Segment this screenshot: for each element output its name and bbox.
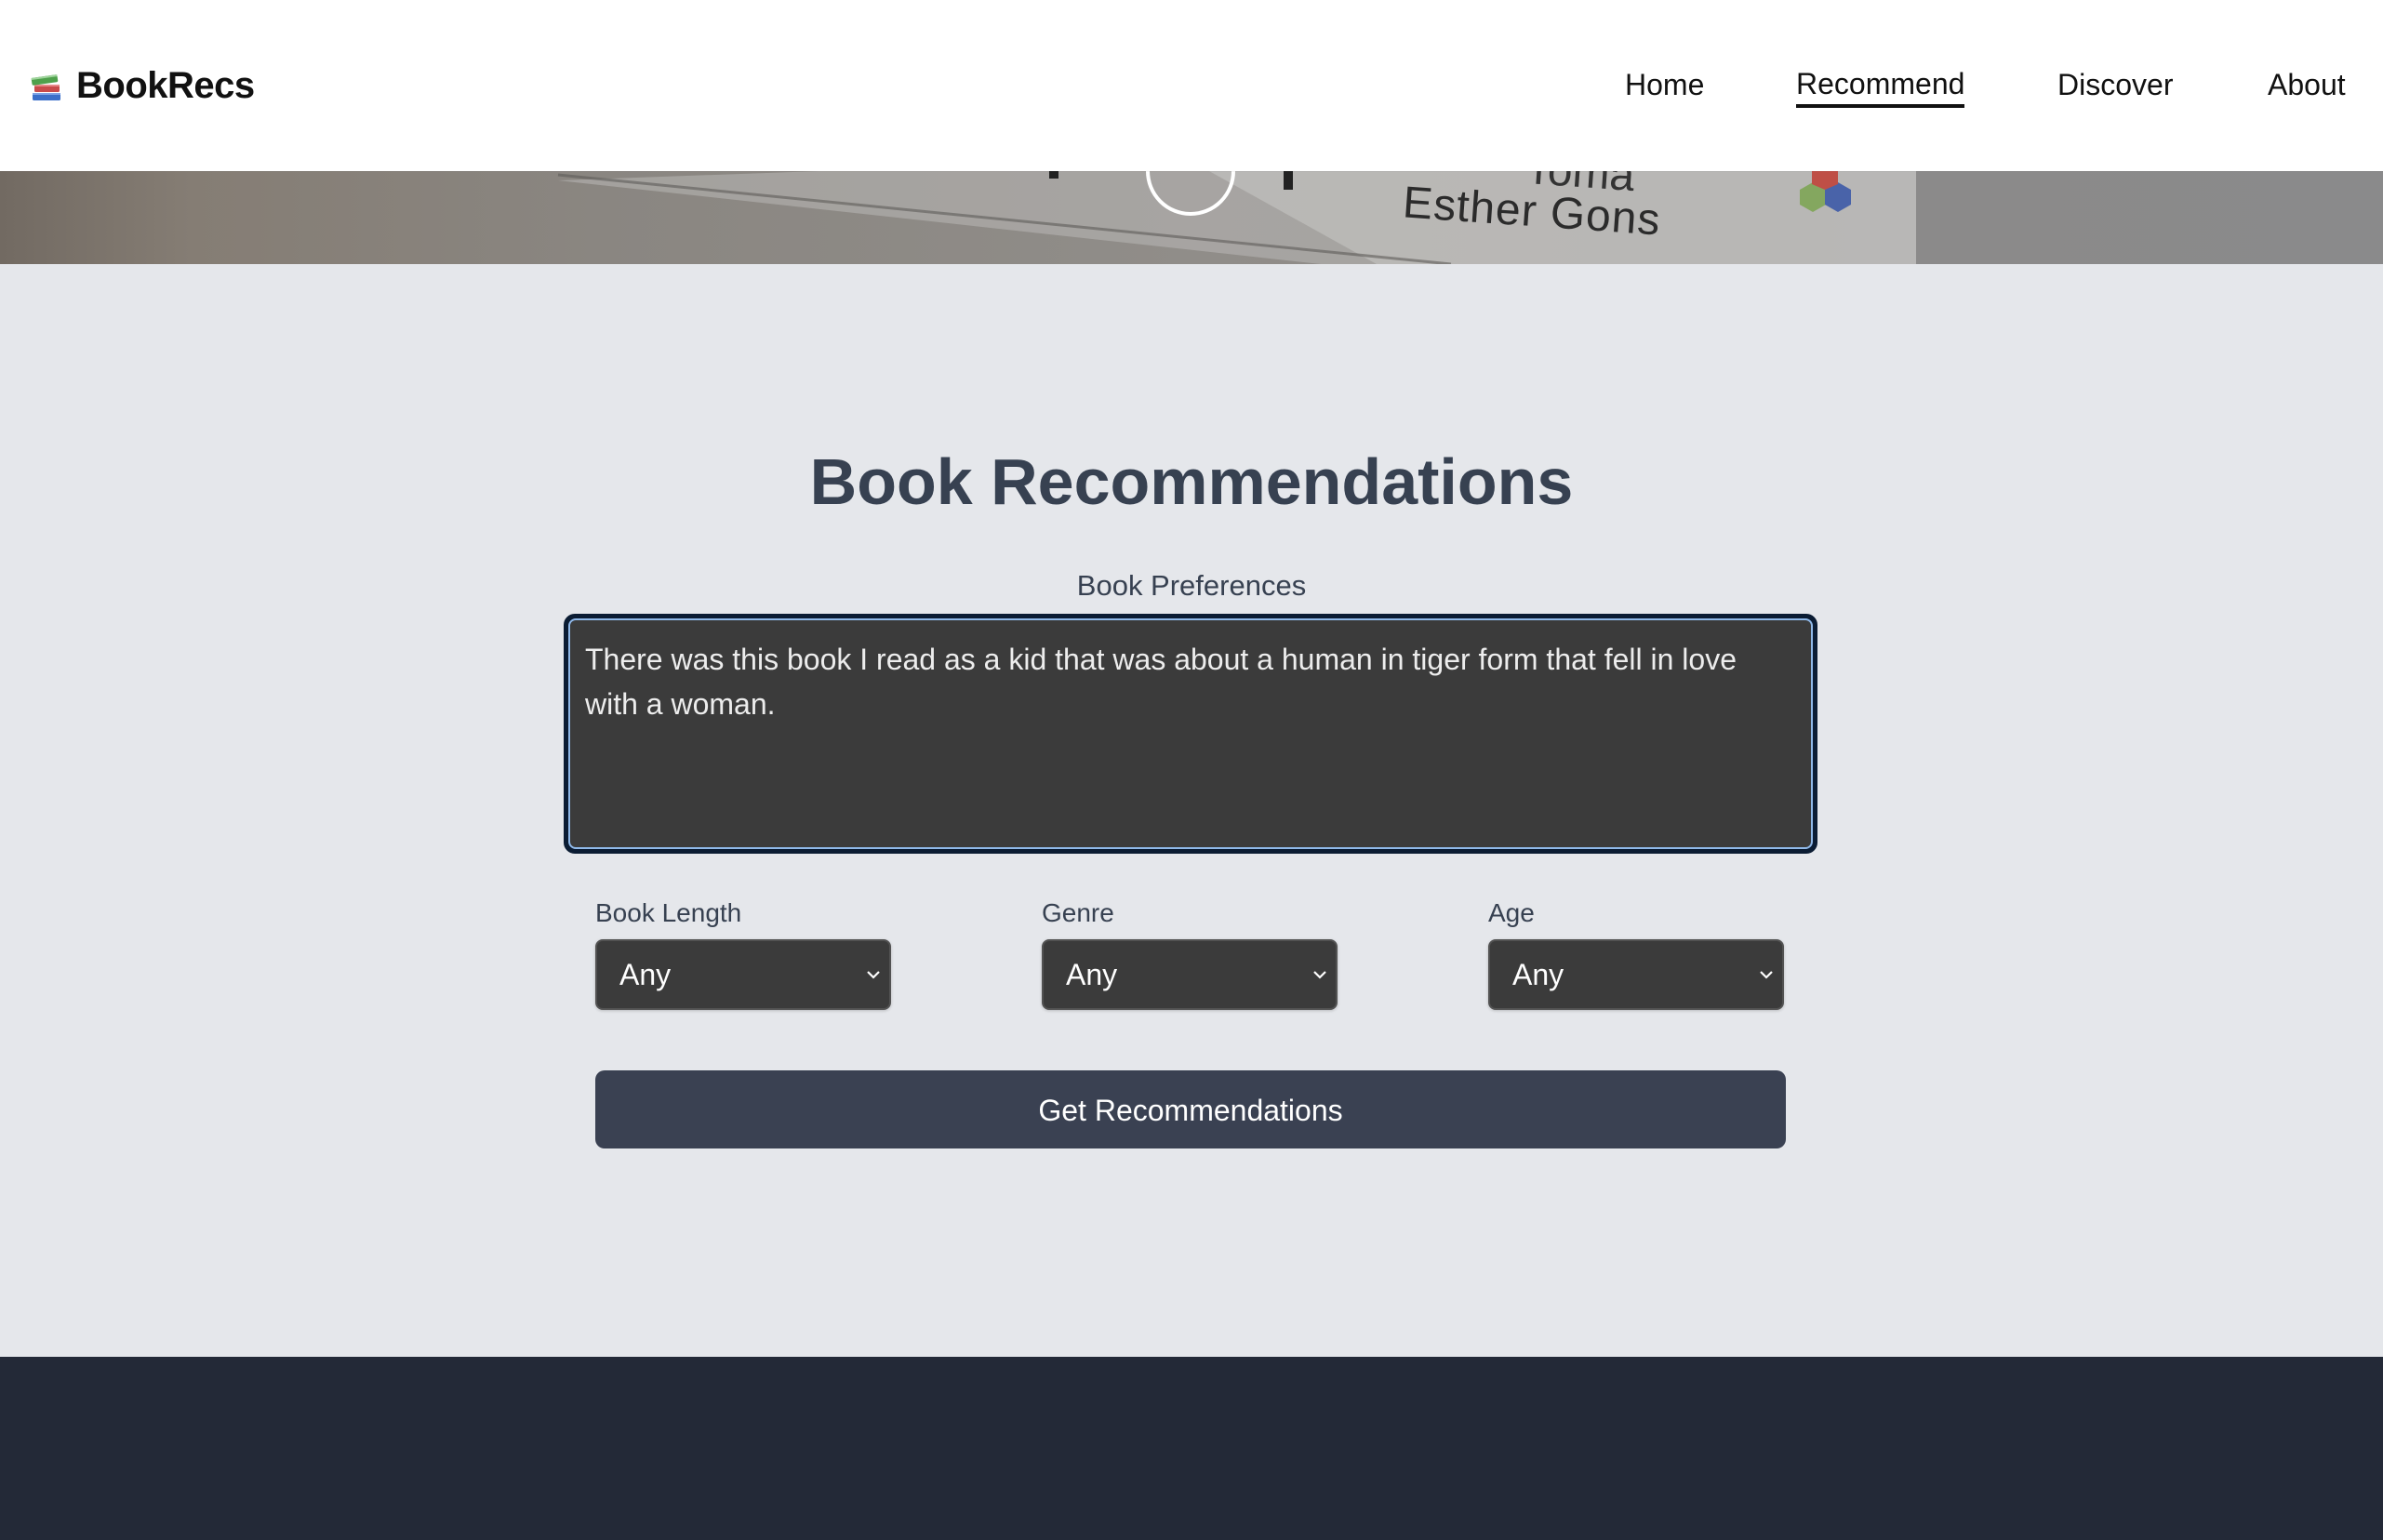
site-header: BookRecs Home Recommend Discover About bbox=[0, 0, 2383, 171]
get-recommendations-button[interactable]: Get Recommendations bbox=[595, 1070, 1786, 1148]
brand-logo[interactable]: BookRecs bbox=[30, 58, 255, 113]
book-length-label: Book Length bbox=[595, 898, 742, 927]
chevron-down-icon bbox=[867, 971, 880, 979]
book-length-select[interactable]: Any bbox=[595, 939, 891, 1010]
nav-discover[interactable]: Discover bbox=[2057, 63, 2173, 106]
hero-book-cover-art bbox=[557, 171, 1916, 264]
page-title: Book Recommendations bbox=[809, 445, 1574, 518]
brand-name: BookRecs bbox=[76, 64, 255, 106]
preferences-textarea[interactable] bbox=[568, 618, 1813, 849]
hero-image: Toma Esther Gons bbox=[0, 171, 2383, 264]
genre-value: Any bbox=[1066, 957, 1118, 991]
age-value: Any bbox=[1512, 957, 1564, 991]
preferences-label: Book Preferences bbox=[1076, 569, 1307, 602]
chevron-down-icon bbox=[1313, 971, 1326, 979]
chevron-down-icon bbox=[1760, 971, 1773, 979]
age-label: Age bbox=[1488, 898, 1535, 927]
site-footer bbox=[0, 1357, 2383, 1540]
genre-select[interactable]: Any bbox=[1042, 939, 1338, 1010]
nav-about[interactable]: About bbox=[2268, 63, 2346, 106]
age-select[interactable]: Any bbox=[1488, 939, 1784, 1010]
preferences-field-frame bbox=[564, 614, 1817, 854]
nav-home[interactable]: Home bbox=[1625, 63, 1704, 106]
nav-recommend[interactable]: Recommend bbox=[1796, 63, 1965, 108]
book-length-value: Any bbox=[619, 957, 672, 991]
books-icon bbox=[31, 74, 60, 100]
genre-label: Genre bbox=[1042, 898, 1114, 927]
